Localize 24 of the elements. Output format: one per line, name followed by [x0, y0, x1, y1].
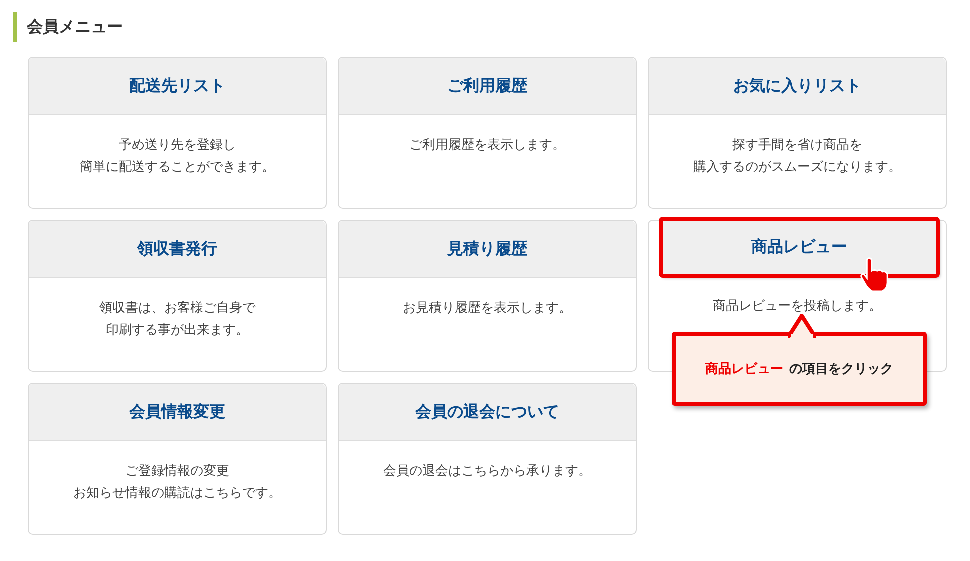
card-title[interactable]: お気に入りリスト [649, 58, 946, 115]
card-description: お見積り履歴を表示します。 [402, 300, 573, 318]
card-description: 予め送り先を登録し 簡単に配送することができます。 [79, 137, 276, 177]
card-title[interactable]: 会員情報変更 [29, 384, 326, 441]
section-heading: 会員メニュー [13, 12, 970, 42]
card-description: 会員の退会はこちらから承ります。 [382, 463, 592, 481]
card-description: 領収書は、お客様ご自身で 印刷する事が出来ます。 [98, 300, 257, 340]
menu-card[interactable]: 会員の退会について 会員の退会はこちらから承ります。 [338, 383, 637, 535]
menu-card[interactable]: 領収書発行 領収書は、お客様ご自身で 印刷する事が出来ます。 [28, 220, 327, 372]
card-description: 探す手間を省け商品を 購入するのがスムーズになります。 [692, 137, 902, 177]
menu-card[interactable]: 会員情報変更 ご登録情報の変更 お知らせ情報の購読はこちらです。 [28, 383, 327, 535]
menu-card[interactable]: 配送先リスト 予め送り先を登録し 簡単に配送することができます。 [28, 57, 327, 209]
menu-card[interactable]: ご利用履歴 ご利用履歴を表示します。 [338, 57, 637, 209]
menu-card[interactable]: お気に入りリスト 探す手間を省け商品を 購入するのがスムーズになります。 [648, 57, 947, 209]
card-title[interactable]: ご利用履歴 [339, 58, 636, 115]
card-description: ご登録情報の変更 お知らせ情報の購読はこちらです。 [72, 463, 282, 503]
card-title[interactable]: 配送先リスト [29, 58, 326, 115]
menu-card[interactable]: 見積り履歴 お見積り履歴を表示します。 [338, 220, 637, 372]
card-title[interactable]: 領収書発行 [29, 221, 326, 278]
card-title[interactable]: 商品レビュー [661, 219, 938, 276]
card-title[interactable]: 見積り履歴 [339, 221, 636, 278]
card-description: ご利用履歴を表示します。 [408, 137, 566, 155]
card-title[interactable]: 会員の退会について [339, 384, 636, 441]
card-description: 商品レビューを投稿します。 [712, 298, 883, 316]
